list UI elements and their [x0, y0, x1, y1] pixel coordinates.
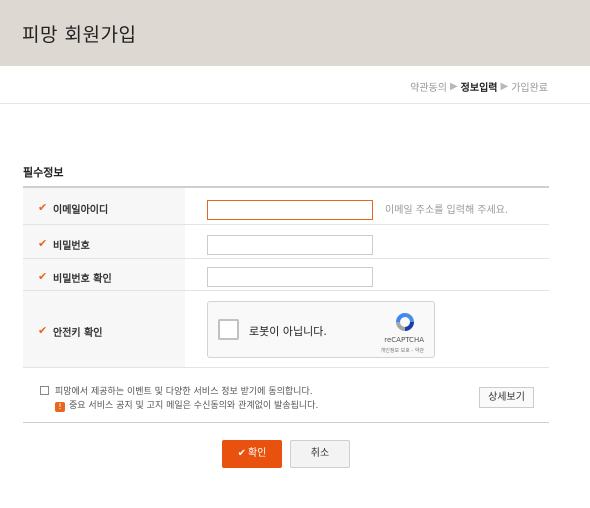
recaptcha-label: 로봇이 아닙니다. [249, 325, 327, 338]
steps-bar: 약관동의 ▶ 정보입력 ▶ 가입완료 [0, 66, 590, 104]
signup-form: ✔ 이메일아이디 이메일 주소를 입력해 주세요. ✔ 비밀번호 ✔ 비밀번호 … [23, 186, 549, 368]
check-icon: ✔ [38, 324, 48, 337]
step-arrow-icon: ▶ [449, 81, 458, 92]
signup-steps: 약관동의 ▶ 정보입력 ▶ 가입완료 [410, 79, 548, 94]
recaptcha-brand: reCAPTCHA [384, 336, 424, 344]
email-hint: 이메일 주소를 입력해 주세요. [385, 205, 509, 216]
step-arrow-icon: ▶ [500, 81, 509, 92]
confirm-button[interactable]: ✔ 확인 [222, 440, 282, 468]
password-label: 비밀번호 [53, 241, 90, 252]
recaptcha-widget: 로봇이 아닙니다. reCAPTCHA 개인정보 보호 - 약관 [207, 301, 435, 358]
page-header: 피망 회원가입 [0, 0, 590, 66]
form-row-email: ✔ 이메일아이디 이메일 주소를 입력해 주세요. [23, 188, 549, 225]
consent-notice: ! 중요 서비스 공지 및 고지 메일은 수신동의와 관계없이 발송됩니다. [55, 398, 318, 412]
password-confirm-field[interactable] [207, 266, 373, 287]
check-icon: ✔ [38, 270, 48, 283]
step-complete: 가입완료 [511, 83, 548, 94]
section-title: 필수정보 [23, 166, 64, 179]
notice-icon: ! [55, 402, 65, 412]
marketing-consent: 피망에서 제공하는 이벤트 및 다양한 서비스 정보 받기에 동의합니다. ! 중… [23, 383, 549, 423]
password-field-wrap [207, 232, 373, 255]
check-icon: ✔ [38, 237, 48, 250]
page-title: 피망 회원가입 [22, 24, 137, 46]
form-label-cell: ✔ 이메일아이디 [23, 188, 185, 224]
recaptcha-checkbox[interactable] [218, 319, 239, 340]
password-field[interactable] [207, 234, 373, 255]
form-label-cell: ✔ 안전키 확인 [23, 291, 185, 367]
step-terms: 약관동의 [410, 83, 447, 94]
consent-text: 피망에서 제공하는 이벤트 및 다양한 서비스 정보 받기에 동의합니다. [55, 387, 313, 397]
password-confirm-label: 비밀번호 확인 [53, 274, 112, 285]
form-row-password: ✔ 비밀번호 [23, 225, 549, 259]
form-row-password-confirm: ✔ 비밀번호 확인 [23, 259, 549, 291]
step-info: 정보입력 [460, 83, 498, 94]
password-confirm-field-wrap [207, 264, 373, 287]
check-icon: ✔ [38, 201, 48, 214]
email-label: 이메일아이디 [53, 205, 109, 216]
captcha-wrap: 로봇이 아닙니다. reCAPTCHA 개인정보 보호 - 약관 [207, 301, 435, 358]
cancel-button[interactable]: 취소 [290, 440, 350, 468]
email-field[interactable] [207, 199, 373, 220]
consent-checkbox[interactable] [40, 386, 49, 395]
form-label-cell: ✔ 비밀번호 [23, 225, 185, 258]
confirm-label: 확인 [247, 448, 267, 459]
recaptcha-terms-link[interactable]: 개인정보 보호 - 약관 [381, 347, 424, 354]
consent-notice-text: 중요 서비스 공지 및 고지 메일은 수신동의와 관계없이 발송됩니다. [69, 401, 319, 411]
form-row-security: ✔ 안전키 확인 로봇이 아닙니다. reCAPTCHA 개인정보 보호 - 약… [23, 291, 549, 368]
recaptcha-logo-icon [396, 313, 414, 331]
security-label: 안전키 확인 [53, 328, 103, 339]
form-label-cell: ✔ 비밀번호 확인 [23, 259, 185, 290]
email-field-wrap: 이메일 주소를 입력해 주세요. [207, 197, 508, 220]
detail-button[interactable]: 상세보기 [479, 387, 534, 408]
check-icon: ✔ [237, 448, 246, 459]
